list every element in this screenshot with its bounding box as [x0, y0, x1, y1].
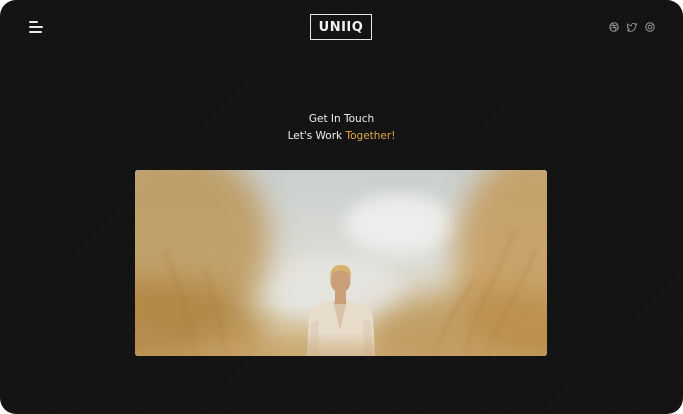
menu-line	[29, 21, 38, 23]
contact-subtitle-accent: Together!	[345, 130, 396, 142]
contact-heading: Get In Touch Let's Work Together!	[0, 111, 683, 145]
contact-title: Get In Touch	[308, 113, 375, 125]
hamburger-menu-icon[interactable]	[29, 21, 45, 34]
social-links	[609, 22, 655, 32]
hero-photo	[135, 170, 547, 356]
menu-line	[29, 31, 42, 33]
contact-subtitle-prefix: Let's Work	[287, 130, 346, 142]
menu-line	[29, 26, 43, 28]
contact-subtitle: Let's Work Together!	[0, 128, 683, 145]
hero-image	[135, 170, 547, 356]
instagram-icon[interactable]	[645, 22, 655, 32]
dribbble-icon[interactable]	[609, 22, 619, 32]
brand-logo[interactable]: UNIIQ	[310, 14, 372, 40]
page: UNIIQ Get In Touch Let's Work Together!	[0, 0, 683, 414]
twitter-icon[interactable]	[627, 22, 637, 32]
